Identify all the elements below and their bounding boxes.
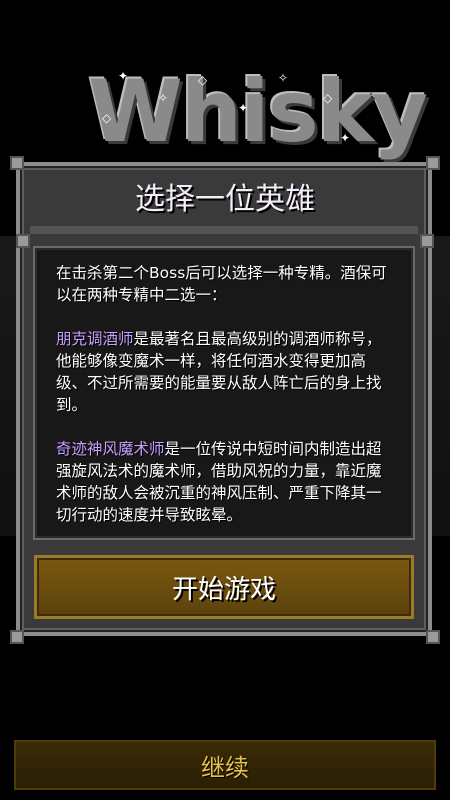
panel-corner <box>16 234 30 248</box>
start-game-button[interactable]: 开始游戏 <box>34 555 414 619</box>
game-logo: Whisky ✦ ✧ ◇ ✦ ✧ ◇ ◇ ✦ <box>88 62 428 162</box>
spec2-name: 奇迹神风魔术师 <box>56 440 165 458</box>
panel-corner <box>420 234 434 248</box>
sparkle-icon: ◇ <box>102 111 112 125</box>
sparkle-icon: ◇ <box>198 73 208 87</box>
info-text: 在击杀第二个Boss后可以选择一种专精。酒保可以在两种专精中二选一： 朋克调酒师… <box>56 262 396 526</box>
dialog-title: 选择一位英雄 <box>135 182 315 217</box>
spec1-paragraph: 朋克调酒师是最著名且最高级别的调酒师称号，他能够像变魔术一样，将任何酒水变得更加… <box>56 328 396 416</box>
sparkle-icon: ✦ <box>118 69 129 83</box>
continue-button[interactable]: 继续 <box>14 740 436 790</box>
panel-corner <box>10 156 24 170</box>
spec2-paragraph: 奇迹神风魔术师是一位传说中短时间内制造出超强旋风法术的魔术师，借助风祝的力量，靠… <box>56 438 396 526</box>
sparkle-icon: ✦ <box>238 101 249 115</box>
sparkle-icon: ✦ <box>340 131 351 145</box>
spec1-name: 朋克调酒师 <box>56 330 134 348</box>
panel-corner <box>426 630 440 644</box>
sparkle-icon: ✧ <box>158 91 169 105</box>
logo-text: Whisky <box>88 62 428 162</box>
panel-corner <box>426 156 440 170</box>
intro-text: 在击杀第二个Boss后可以选择一种专精。酒保可以在两种专精中二选一： <box>56 264 387 304</box>
title-divider <box>30 226 418 234</box>
sparkle-icon: ◇ <box>323 91 333 105</box>
sparkle-icon: ✧ <box>278 71 289 85</box>
panel-corner <box>10 630 24 644</box>
